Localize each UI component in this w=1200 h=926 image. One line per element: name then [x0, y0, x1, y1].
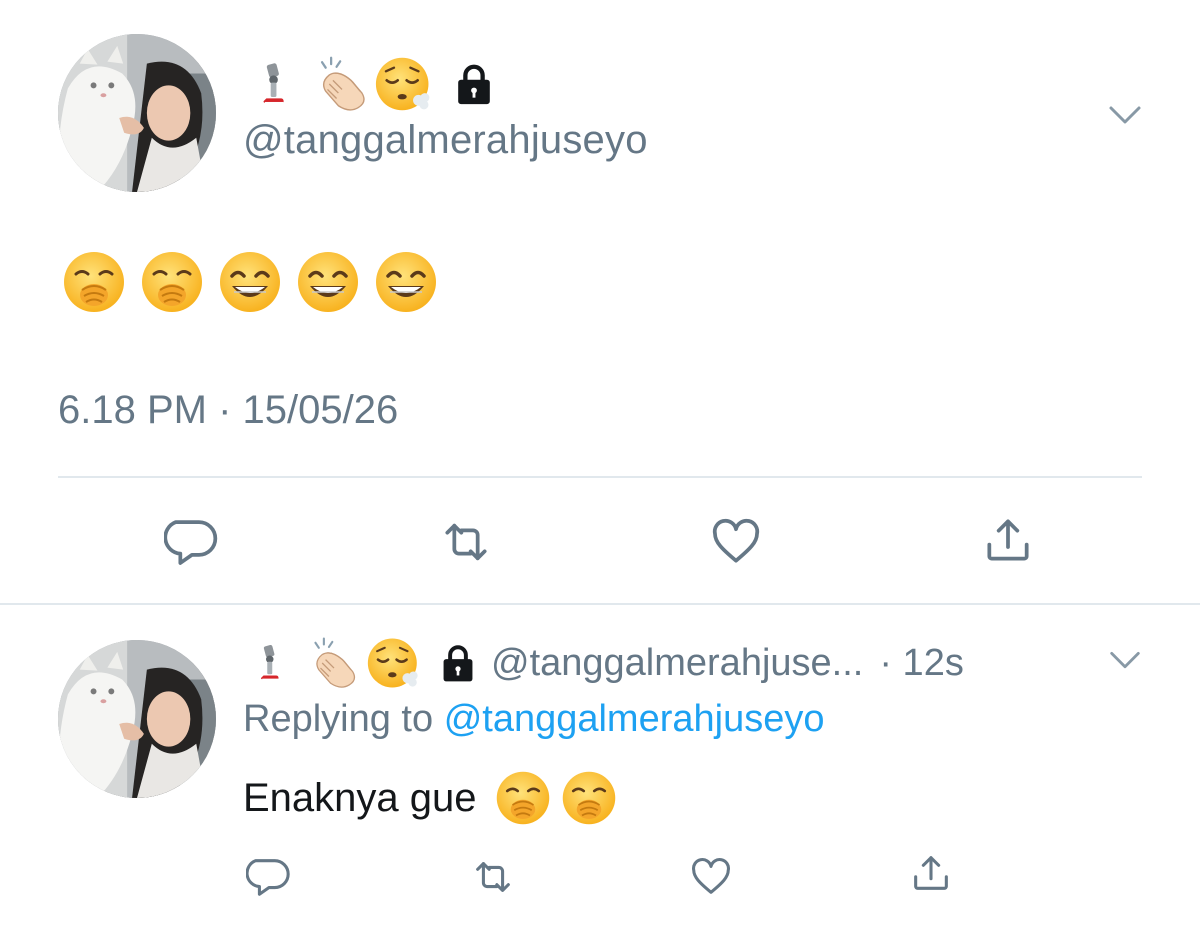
- reply-user-handle[interactable]: @tanggalmerahjuse...: [491, 642, 863, 685]
- avatar-image: [58, 640, 216, 798]
- reply-icon: [164, 520, 218, 565]
- heart-icon: [712, 518, 760, 563]
- tweet-body: [62, 250, 438, 314]
- reply-icon: [246, 859, 290, 896]
- face-with-hand-over-mouth-icon: [561, 770, 617, 826]
- user-handle[interactable]: @tanggalmerahjuseyo: [243, 118, 648, 163]
- avatar[interactable]: [58, 34, 216, 192]
- lock-icon: [450, 58, 498, 110]
- clapping-hands-icon: [312, 55, 372, 113]
- retweet-button[interactable]: [436, 512, 496, 572]
- face-exhaling-icon: [367, 636, 421, 690]
- like-button[interactable]: [706, 512, 766, 572]
- divider: [0, 603, 1200, 605]
- divider: [58, 476, 1142, 478]
- reply-text: Enaknya gue: [243, 775, 477, 820]
- share-icon: [914, 856, 948, 890]
- clapping-hands-icon: [307, 636, 361, 690]
- reply-button[interactable]: [162, 512, 222, 572]
- reply-header: @tanggalmerahjuse... · 12s: [243, 636, 964, 690]
- share-button[interactable]: [906, 848, 956, 898]
- like-button[interactable]: [686, 852, 736, 902]
- retweet-button[interactable]: [468, 852, 518, 902]
- beaming-face-icon: [218, 250, 282, 314]
- mechanical-leg-icon: [251, 637, 291, 689]
- replying-prefix: Replying to: [243, 698, 434, 740]
- face-with-hand-over-mouth-icon: [495, 770, 551, 826]
- avatar-image: [58, 34, 216, 192]
- heart-icon: [692, 858, 730, 894]
- reply-timestamp[interactable]: · 12s: [879, 642, 963, 685]
- beaming-face-icon: [296, 250, 360, 314]
- chevron-down-icon[interactable]: [1106, 642, 1144, 680]
- reply-body: Enaknya gue: [243, 770, 617, 826]
- retweet-icon: [445, 523, 487, 561]
- chevron-down-icon[interactable]: [1105, 96, 1145, 136]
- replying-to: Replying to @tanggalmerahjuseyo: [243, 698, 825, 741]
- retweet-icon: [476, 862, 510, 892]
- reply-button[interactable]: [244, 852, 294, 902]
- face-with-hand-over-mouth-icon: [62, 250, 126, 314]
- timestamp[interactable]: 6.18 PM · 15/05/26: [58, 388, 398, 433]
- share-button[interactable]: [978, 510, 1038, 570]
- lock-icon: [437, 642, 479, 684]
- share-icon: [987, 519, 1029, 561]
- face-exhaling-icon: [374, 55, 434, 113]
- reply-avatar[interactable]: [58, 640, 216, 798]
- mechanical-leg-icon: [252, 55, 298, 113]
- beaming-face-icon: [374, 250, 438, 314]
- display-name[interactable]: [252, 54, 498, 114]
- face-with-hand-over-mouth-icon: [140, 250, 204, 314]
- replying-handle-link[interactable]: @tanggalmerahjuseyo: [444, 698, 825, 740]
